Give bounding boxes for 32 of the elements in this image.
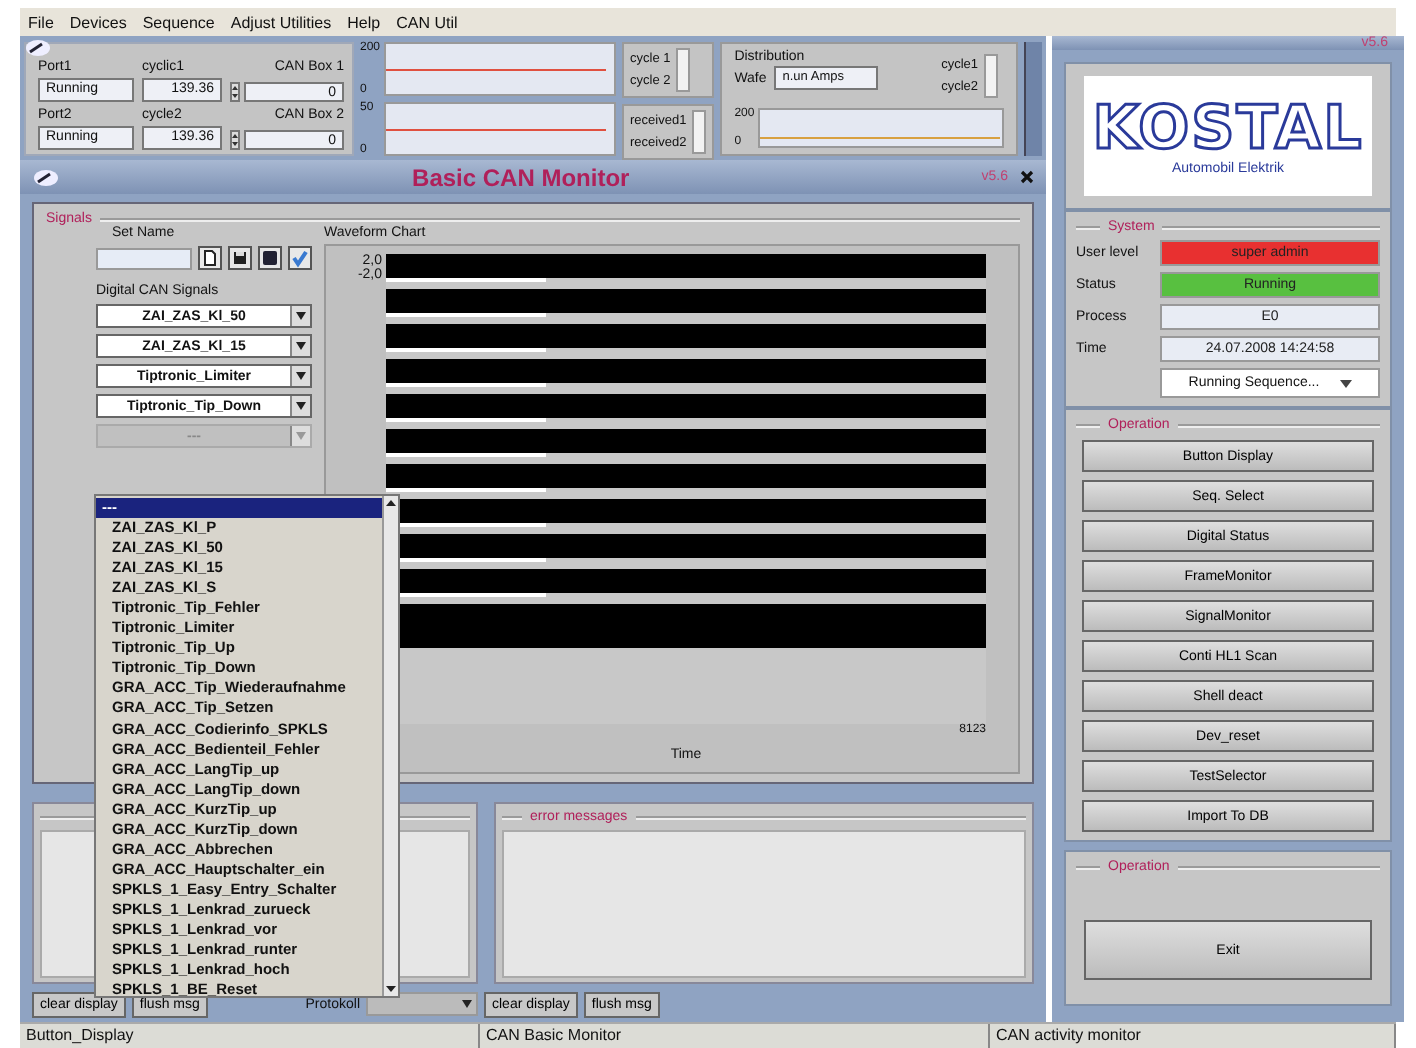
window-icon — [32, 167, 60, 187]
save-icon[interactable] — [228, 246, 252, 270]
disk-icon[interactable] — [258, 246, 282, 270]
menu-item[interactable]: CAN Util — [396, 13, 458, 31]
window-title: Basic CAN Monitor — [410, 163, 632, 191]
scroll-up-icon[interactable] — [384, 496, 398, 510]
caret-icon — [296, 312, 306, 320]
new-file-icon[interactable] — [198, 246, 222, 270]
caret-icon — [296, 342, 306, 350]
caret-icon — [296, 372, 306, 380]
menu-item[interactable]: Devices — [69, 13, 127, 31]
spin-control[interactable] — [230, 129, 240, 150]
close-icon[interactable] — [1020, 170, 1034, 184]
scrollbar[interactable] — [1024, 42, 1042, 156]
indicator-light — [676, 48, 691, 92]
caret-icon — [1339, 379, 1352, 387]
status-text: CAN activity monitor — [990, 1024, 1396, 1048]
indicator-light — [692, 110, 707, 154]
caret-icon — [296, 402, 306, 410]
status-text: CAN Basic Monitor — [480, 1024, 990, 1048]
menu-item[interactable]: Adjust Utilities — [230, 13, 332, 31]
menu-item[interactable]: Sequence — [142, 13, 215, 31]
caret-icon — [462, 1000, 472, 1008]
check-icon[interactable] — [288, 246, 312, 270]
menu-item[interactable]: File — [28, 13, 54, 31]
status-text: Button_Display — [20, 1024, 480, 1048]
menu-item[interactable]: Help — [347, 13, 381, 31]
set-name-field[interactable] — [96, 247, 192, 269]
protocol-dropdown[interactable] — [366, 992, 478, 1016]
spin-control[interactable] — [230, 81, 240, 102]
indicator-light — [984, 54, 998, 98]
caret-icon — [296, 432, 306, 440]
